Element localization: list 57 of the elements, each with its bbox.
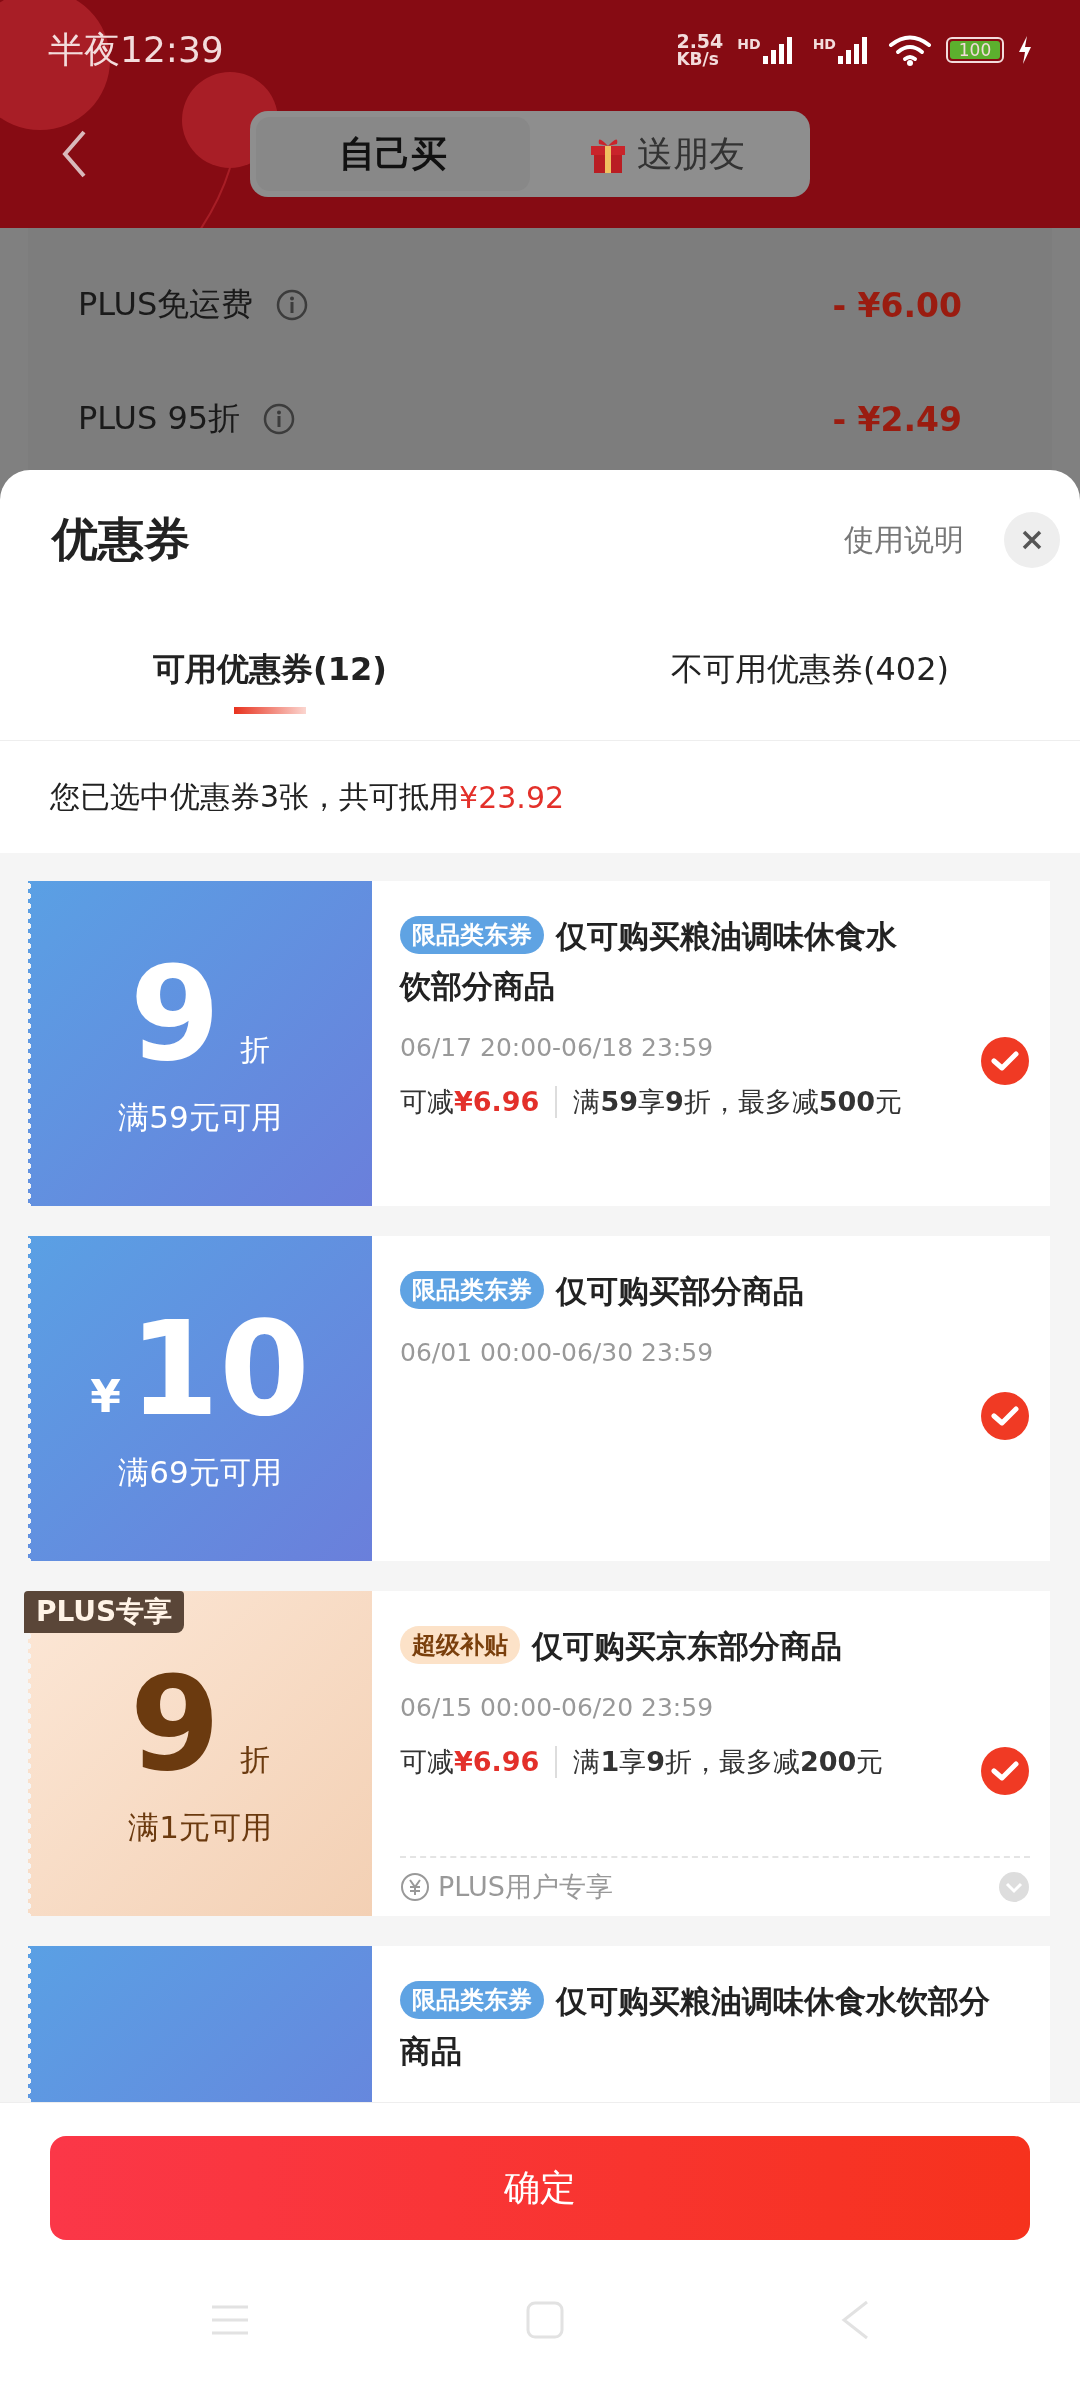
wifi-icon [888, 34, 932, 66]
coupon-tag: 限品类东券 [400, 1271, 544, 1309]
network-label: HD [737, 36, 761, 52]
coupon-rule: 满59享9折，最多减500元 [573, 1085, 903, 1119]
discount-unit: 折 [240, 1740, 271, 1779]
coupon-tab[interactable]: 不可用优惠券(402) [540, 610, 1080, 740]
charging-icon [1018, 36, 1032, 64]
usage-instructions-link[interactable]: 使用说明 [844, 519, 964, 561]
info-icon [275, 288, 310, 322]
validity-period: 06/15 00:00-06/20 23:59 [400, 1693, 715, 1722]
network-speed-unit: KB/s [676, 51, 720, 68]
sheet-title: 优惠券 [52, 511, 190, 568]
coupon-tag: 限品类东券 [400, 1981, 544, 2019]
discount-label: PLUS 95折 [78, 398, 241, 439]
coupon-value: 9 [129, 948, 221, 1079]
coupon-tag: 超级补贴 [400, 1626, 520, 1664]
saving-amount: 可减¥6.96 [400, 1085, 540, 1119]
coupon-description: 限品类东券 仅可购买粮油调味休食水饮部分商品 [400, 1980, 991, 2071]
coupon-value: 9 [129, 1658, 221, 1789]
coupon-description: 超级补贴 仅可购买京东部分商品 [400, 1621, 966, 1671]
network-speed-value: 2.54 [676, 32, 724, 51]
currency-sign: ¥ [90, 1370, 121, 1422]
coupon-card[interactable]: ¥10 满69元可用 限品类东券 仅可购买部分商品 06/01 00:00-06/30 23:59 [28, 1236, 1050, 1561]
mode-tab[interactable]: 自己买 [256, 117, 530, 191]
coupon-card[interactable]: 9 折 满59元可用 限品类东券 仅可购买粮油调味休食水饮部分商品 06/17 20:00-06/18 23:59 可减¥6.96 满59享9折，最多减500元 [28, 881, 1050, 1206]
close-icon [1021, 529, 1043, 551]
battery-icon: 100 [946, 37, 1004, 63]
coupon-value: 10 [128, 1303, 310, 1434]
status-time: 半夜12:39 [48, 27, 224, 72]
discount-amount: - ¥2.49 [832, 399, 962, 439]
info-icon [262, 402, 297, 436]
mode-tab[interactable]: 送朋友 [530, 117, 804, 191]
validity-period: 06/01 00:00-06/30 23:59 [400, 1338, 715, 1367]
coupon-description: 限品类东券 仅可购买部分商品 [400, 1266, 966, 1316]
total-discount: ¥23.92 [459, 779, 565, 815]
selection-summary: 您已选中优惠券3张，共可抵用 [50, 777, 460, 816]
checked-icon[interactable] [980, 1391, 1030, 1441]
yen-icon [400, 1872, 430, 1902]
usage-condition: 满59元可用 [118, 1097, 282, 1137]
plus-note: PLUS用户专享 [438, 1870, 613, 1904]
discount-label: PLUS免运费 [78, 284, 254, 325]
coupon-tag: 限品类东券 [400, 916, 544, 954]
checked-icon[interactable] [980, 1746, 1030, 1796]
usage-condition: 满1元可用 [128, 1807, 272, 1847]
discount-amount: - ¥6.00 [832, 285, 962, 325]
close-button[interactable] [1004, 512, 1060, 568]
saving-amount: 可减¥6.96 [400, 1745, 540, 1779]
coupon-rule: 满1享9折，最多减200元 [573, 1745, 884, 1779]
checked-icon[interactable] [980, 1036, 1030, 1086]
network-label: HD [812, 36, 836, 52]
coupon-description: 限品类东券 仅可购买粮油调味休食水饮部分商品 [400, 915, 898, 1006]
validity-period: 06/17 20:00-06/18 23:59 [400, 1033, 715, 1062]
discount-unit: 折 [240, 1030, 271, 1069]
usage-condition: 满69元可用 [118, 1452, 282, 1492]
plus-badge: PLUS专享 [24, 1591, 185, 1633]
confirm-button[interactable]: 确定 [50, 2136, 1030, 2240]
coupon-tab[interactable]: 可用优惠券(12) [0, 610, 540, 740]
